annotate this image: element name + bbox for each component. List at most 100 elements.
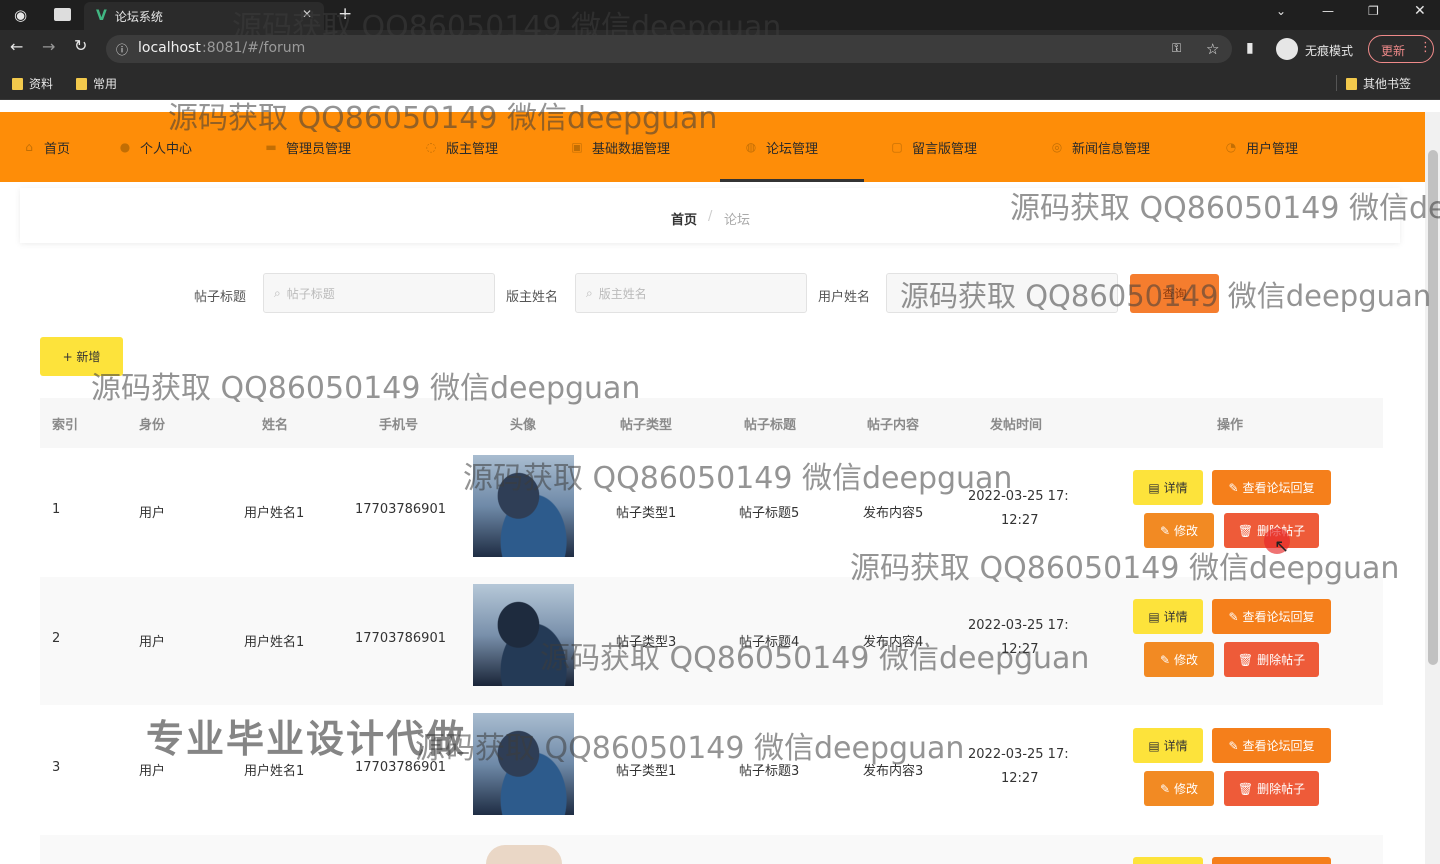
- users-icon: ◔: [1225, 140, 1237, 154]
- edit-icon: ✎: [1159, 781, 1171, 796]
- edit-button[interactable]: ✎ 修改: [1144, 642, 1214, 677]
- cell-phone: 17703786901: [355, 502, 446, 517]
- detail-button[interactable]: ▤ 详情: [1133, 728, 1203, 763]
- detail-label: 详情: [1163, 610, 1188, 624]
- title-search-input[interactable]: ⌕ 帖子标题: [263, 273, 495, 313]
- cell-phone: 17703786901: [355, 631, 446, 646]
- close-window-icon[interactable]: ✕: [1414, 3, 1426, 19]
- scrollbar-thumb[interactable]: [1428, 150, 1438, 665]
- title-search-label: 帖子标题: [194, 290, 247, 305]
- breadcrumb-home[interactable]: 首页: [671, 209, 697, 228]
- cell-post-title: 帖子标题3: [739, 764, 800, 779]
- key-icon[interactable]: ⚿: [1172, 41, 1181, 56]
- cell-post-content: 发布内容5: [863, 506, 924, 521]
- search-button-label: 查询: [1162, 287, 1187, 301]
- delete-button[interactable]: 🗑删除帖子: [1224, 642, 1319, 677]
- view-replies-label: 查看论坛回复: [1242, 481, 1315, 495]
- delete-label: 删除帖子: [1257, 653, 1306, 667]
- new-tab-icon[interactable]: +: [338, 4, 352, 24]
- side-panel-icon[interactable]: ▮: [1246, 40, 1254, 56]
- breadcrumb-separator: /: [708, 209, 713, 224]
- cell-time-line2: 12:27: [1001, 771, 1039, 786]
- bookmark-folder-ziliao[interactable]: 资料: [12, 75, 53, 92]
- nav-item-basic-data[interactable]: ▣ 基础数据管理: [570, 112, 670, 182]
- nav-item-news[interactable]: ◎ 新闻信息管理: [1050, 112, 1150, 182]
- cell-role: 用户: [139, 635, 166, 650]
- view-replies-button[interactable]: ✎ 查看论坛回复: [1212, 599, 1331, 634]
- trash-icon: 🗑: [1237, 781, 1254, 796]
- nav-item-users[interactable]: ◔ 用户管理: [1224, 112, 1298, 182]
- nav-label: 版主管理: [446, 141, 499, 157]
- th-post-type: 帖子类型: [620, 417, 673, 433]
- nav-item-forum[interactable]: ◍ 论坛管理: [744, 112, 818, 182]
- nav-item-profile[interactable]: ● 个人中心: [118, 112, 192, 182]
- cell-post-title: 帖子标题5: [739, 506, 800, 521]
- address-bar[interactable]: ⓘ localhost :8081/#/forum ⚿ ☆: [106, 35, 1232, 63]
- nav-active-indicator: [720, 179, 864, 182]
- mouse-cursor-icon: ↖: [1274, 536, 1290, 557]
- tab-close-icon[interactable]: ✕: [302, 7, 312, 21]
- cell-post-title: 帖子标题4: [739, 635, 800, 650]
- nav-label: 留言版管理: [912, 141, 978, 157]
- user-search-label: 用户姓名: [818, 290, 871, 305]
- detail-button[interactable]: ▤ 详情: [1133, 599, 1203, 634]
- moderator-search-input[interactable]: ⌕ 版主姓名: [575, 273, 807, 313]
- moderator-search-label: 版主姓名: [506, 290, 559, 305]
- tab-search-icon[interactable]: [54, 8, 71, 21]
- other-bookmarks[interactable]: 其他书签: [1336, 75, 1412, 92]
- forward-icon[interactable]: →: [42, 37, 55, 56]
- cell-index: 2: [52, 631, 61, 646]
- doc-icon: ▤: [1148, 738, 1160, 753]
- url-host: localhost: [138, 40, 201, 56]
- nav-label: 论坛管理: [766, 141, 819, 157]
- th-post-content: 帖子内容: [867, 417, 920, 433]
- other-bookmarks-label: 其他书签: [1363, 77, 1412, 91]
- cell-post-content: 发布内容3: [863, 764, 924, 779]
- edit-button[interactable]: ✎ 修改: [1144, 513, 1214, 548]
- detail-button[interactable]: [1133, 857, 1203, 864]
- edit-icon: ✎: [1159, 523, 1171, 538]
- avatar: [473, 584, 574, 686]
- detail-button[interactable]: ▤ 详情: [1133, 470, 1203, 505]
- edit-icon: ✎: [1228, 609, 1239, 624]
- view-replies-button[interactable]: [1212, 857, 1331, 864]
- update-button[interactable]: 更新 ⋮: [1368, 35, 1434, 63]
- edit-button[interactable]: ✎ 修改: [1144, 771, 1214, 806]
- add-button[interactable]: + 新增: [40, 337, 123, 376]
- bookmark-folder-changyong[interactable]: 常用: [76, 75, 117, 92]
- tab-list-chevron-icon[interactable]: ⌄: [1276, 4, 1286, 18]
- view-replies-button[interactable]: ✎ 查看论坛回复: [1212, 728, 1331, 763]
- reload-icon[interactable]: ↻: [74, 36, 87, 55]
- search-button[interactable]: 查询: [1130, 274, 1219, 313]
- table-row: [40, 835, 1383, 864]
- delete-button[interactable]: 🗑删除帖子: [1224, 771, 1319, 806]
- home-icon: ⌂: [25, 140, 33, 154]
- forum-icon: ◍: [745, 140, 757, 154]
- th-name: 姓名: [262, 417, 289, 433]
- nav-item-messages[interactable]: ▢ 留言版管理: [890, 112, 977, 182]
- folder-icon: [76, 77, 87, 90]
- restore-icon[interactable]: ❐: [1368, 4, 1379, 18]
- table-row: 3 用户 用户姓名1 17703786901 帖子类型1 帖子标题3 发布内容3…: [40, 706, 1383, 834]
- edit-label: 修改: [1174, 653, 1199, 667]
- back-icon[interactable]: ←: [10, 37, 23, 56]
- minimize-icon[interactable]: —: [1322, 4, 1334, 18]
- nav-item-moderator[interactable]: ◌ 版主管理: [424, 112, 498, 182]
- nav-item-home[interactable]: ⌂ 首页: [22, 112, 70, 182]
- cell-name: 用户姓名1: [244, 764, 305, 779]
- view-replies-button[interactable]: ✎ 查看论坛回复: [1212, 470, 1331, 505]
- th-avatar: 头像: [510, 417, 537, 433]
- table-row: 2 用户 用户姓名1 17703786901 帖子类型3 帖子标题4 发布内容4…: [40, 577, 1383, 705]
- incognito-label: 无痕模式: [1305, 44, 1354, 58]
- user-search-input[interactable]: [886, 273, 1118, 313]
- browser-menu-icon[interactable]: ◉: [14, 6, 27, 24]
- th-index: 索引: [52, 417, 79, 433]
- bookmark-star-icon[interactable]: ☆: [1206, 40, 1219, 58]
- browser-tab[interactable]: V 论坛系统 ✕: [84, 2, 324, 30]
- table-header: 索引 身份 姓名 手机号 头像 帖子类型 帖子标题 帖子内容 发帖时间 操作: [40, 398, 1383, 448]
- cell-name: 用户姓名1: [244, 635, 305, 650]
- doc-icon: ▤: [1148, 609, 1160, 624]
- nav-label: 个人中心: [140, 141, 193, 157]
- site-info-icon[interactable]: ⓘ: [116, 41, 128, 58]
- nav-item-admin[interactable]: ▬ 管理员管理: [264, 112, 351, 182]
